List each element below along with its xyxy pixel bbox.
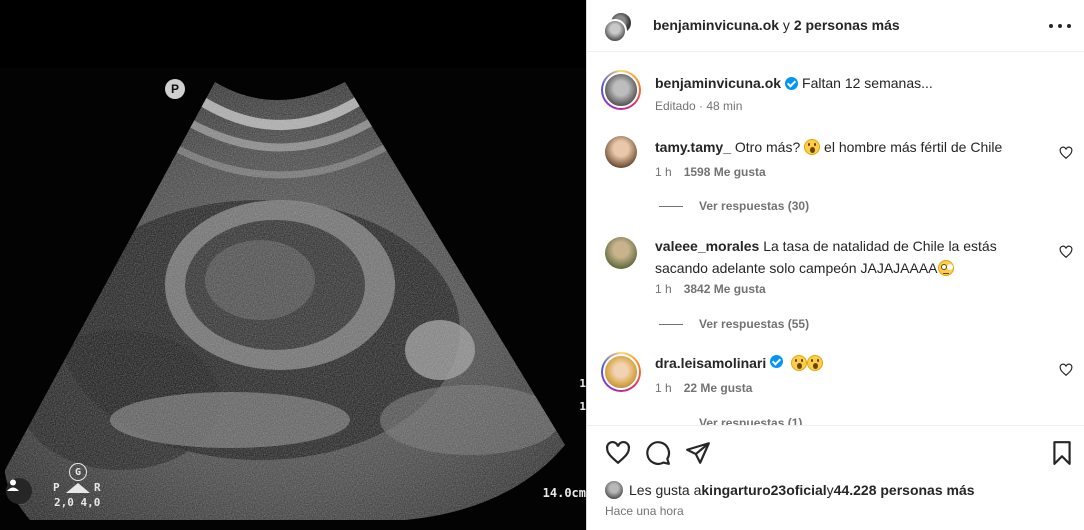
avatar[interactable] bbox=[603, 19, 627, 43]
astonished-emoji-icon bbox=[791, 355, 808, 371]
avatar[interactable] bbox=[605, 481, 623, 499]
heart-icon[interactable] bbox=[1059, 146, 1073, 160]
caption-username[interactable]: benjaminvicuna.ok bbox=[655, 75, 781, 91]
comment-meta: 1 h 3842 Me gusta bbox=[655, 282, 766, 296]
comment-text: tamy.tamy_ Otro más? el hombre más férti… bbox=[655, 136, 1045, 158]
likes-summary: Les gusta a kingarturo23oficial y 44.228… bbox=[605, 481, 975, 499]
comment-meta: 1 h 1598 Me gusta bbox=[655, 165, 766, 179]
comment-time: 1 h bbox=[655, 165, 672, 179]
heart-icon[interactable] bbox=[1059, 363, 1073, 377]
ultrasound-image bbox=[0, 0, 586, 530]
post-details-panel: benjaminvicuna.ok y 2 personas más benja… bbox=[586, 0, 1084, 530]
comment-likes[interactable]: 3842 Me gusta bbox=[684, 282, 766, 296]
comment-username[interactable]: tamy.tamy_ bbox=[655, 139, 731, 155]
comment-body: Otro más? bbox=[731, 139, 805, 155]
heart-icon[interactable] bbox=[1059, 245, 1073, 259]
bookmark-icon[interactable] bbox=[1049, 440, 1075, 466]
likes-prefix: Les gusta a bbox=[629, 482, 702, 498]
caption-text: Faltan 12 semanas... bbox=[802, 75, 933, 91]
comment-likes[interactable]: 22 Me gusta bbox=[684, 381, 753, 395]
comment-text: valeee_morales La tasa de natalidad de C… bbox=[655, 235, 1045, 279]
g-marker: G bbox=[69, 463, 87, 481]
authors-joiner: y bbox=[779, 17, 794, 33]
post-authors: benjaminvicuna.ok y 2 personas más bbox=[653, 17, 900, 33]
avatar[interactable] bbox=[605, 136, 637, 168]
comment-icon[interactable] bbox=[645, 440, 671, 466]
triangle-icon bbox=[66, 483, 90, 493]
r-label: R bbox=[94, 481, 101, 494]
comment-text: dra.leisamolinari bbox=[655, 352, 1045, 374]
more-icon[interactable] bbox=[1049, 16, 1071, 36]
likes-joiner: y bbox=[826, 482, 834, 498]
user-icon bbox=[7, 479, 19, 491]
scale-tick: 1 bbox=[579, 400, 586, 413]
post-timestamp[interactable]: Hace una hora bbox=[605, 504, 684, 518]
comment-time: 1 h bbox=[655, 282, 672, 296]
verified-badge-icon bbox=[770, 355, 784, 368]
astonished-emoji-icon bbox=[804, 139, 821, 155]
caption: benjaminvicuna.ok Faltan 12 semanas... bbox=[655, 75, 933, 91]
caption-meta: Editado · 48 min bbox=[655, 99, 743, 113]
probe-marker: P bbox=[165, 79, 185, 99]
gain-values: 2,0 4,0 bbox=[54, 496, 101, 509]
verified-badge-icon bbox=[785, 76, 799, 90]
post-actions: Les gusta a kingarturo23oficial y 44.228… bbox=[587, 425, 1084, 530]
author-username[interactable]: benjaminvicuna.ok bbox=[653, 17, 779, 33]
post-header: benjaminvicuna.ok y 2 personas más bbox=[587, 0, 1084, 52]
view-replies-button[interactable]: Ver respuestas (30) bbox=[659, 199, 809, 213]
likes-user-link[interactable]: kingarturo23oficial bbox=[701, 482, 826, 498]
p-label: P bbox=[53, 481, 60, 494]
comment-meta: 1 h 22 Me gusta bbox=[655, 381, 752, 395]
comment-username[interactable]: valeee_morales bbox=[655, 238, 759, 254]
comments-list[interactable]: benjaminvicuna.ok Faltan 12 semanas... E… bbox=[587, 52, 1084, 425]
coauthors-link[interactable]: 2 personas más bbox=[794, 17, 900, 33]
comment-body-cont: el hombre más fértil de Chile bbox=[820, 139, 1003, 155]
view-replies-label: Ver respuestas (1) bbox=[699, 416, 803, 425]
comment-likes[interactable]: 1598 Me gusta bbox=[684, 165, 766, 179]
comment-time: 1 h bbox=[655, 381, 672, 395]
view-replies-label: Ver respuestas (55) bbox=[699, 317, 810, 331]
scale-tick: 1 bbox=[579, 377, 586, 390]
tagged-user-button[interactable] bbox=[6, 478, 32, 504]
comment-username[interactable]: dra.leisamolinari bbox=[655, 355, 766, 371]
view-replies-button[interactable]: Ver respuestas (1) bbox=[659, 416, 802, 425]
view-replies-label: Ver respuestas (30) bbox=[699, 199, 810, 213]
caption-avatar[interactable] bbox=[601, 70, 641, 110]
likes-others-link[interactable]: 44.228 personas más bbox=[834, 482, 975, 498]
instagram-post-modal: P 1 1 14.0cm G P R 2,0 4,0 benjaminvicun… bbox=[0, 0, 1084, 530]
depth-label: 14.0cm bbox=[542, 486, 586, 500]
post-media[interactable]: P 1 1 14.0cm G P R 2,0 4,0 bbox=[0, 0, 586, 530]
view-replies-button[interactable]: Ver respuestas (55) bbox=[659, 317, 809, 331]
heart-icon[interactable] bbox=[605, 440, 631, 466]
avatar[interactable] bbox=[601, 352, 641, 392]
avatar[interactable] bbox=[605, 237, 637, 269]
eye-roll-emoji-icon bbox=[937, 260, 954, 276]
send-icon[interactable] bbox=[685, 440, 711, 466]
gain-indicator: G P R 2,0 4,0 bbox=[52, 463, 108, 513]
astonished-emoji-icon bbox=[807, 355, 824, 371]
